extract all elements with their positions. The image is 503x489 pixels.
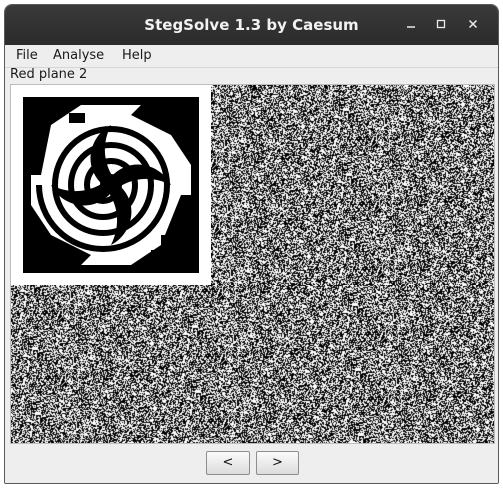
next-button[interactable]: >	[256, 451, 299, 475]
menu-analyse[interactable]: Analyse	[53, 47, 104, 65]
close-icon[interactable]	[463, 15, 483, 35]
menu-help[interactable]: Help	[122, 47, 152, 65]
maximize-icon[interactable]	[431, 15, 451, 35]
window-title: StegSolve 1.3 by Caesum	[144, 16, 359, 34]
stegsolve-window: StegSolve 1.3 by Caesum File Analyse Hel…	[4, 4, 499, 484]
title-bar[interactable]: StegSolve 1.3 by Caesum	[5, 5, 498, 45]
menu-file[interactable]: File	[16, 47, 38, 65]
bit-plane-image[interactable]	[10, 84, 495, 444]
swirl-code-image	[11, 85, 211, 285]
swirl-code-graphic	[11, 85, 211, 285]
menu-bar: File Analyse Help	[5, 45, 498, 68]
plane-label: Red plane 2	[10, 67, 88, 82]
footer: < >	[5, 447, 498, 483]
minimize-icon[interactable]	[401, 15, 421, 35]
previous-button[interactable]: <	[206, 451, 250, 475]
